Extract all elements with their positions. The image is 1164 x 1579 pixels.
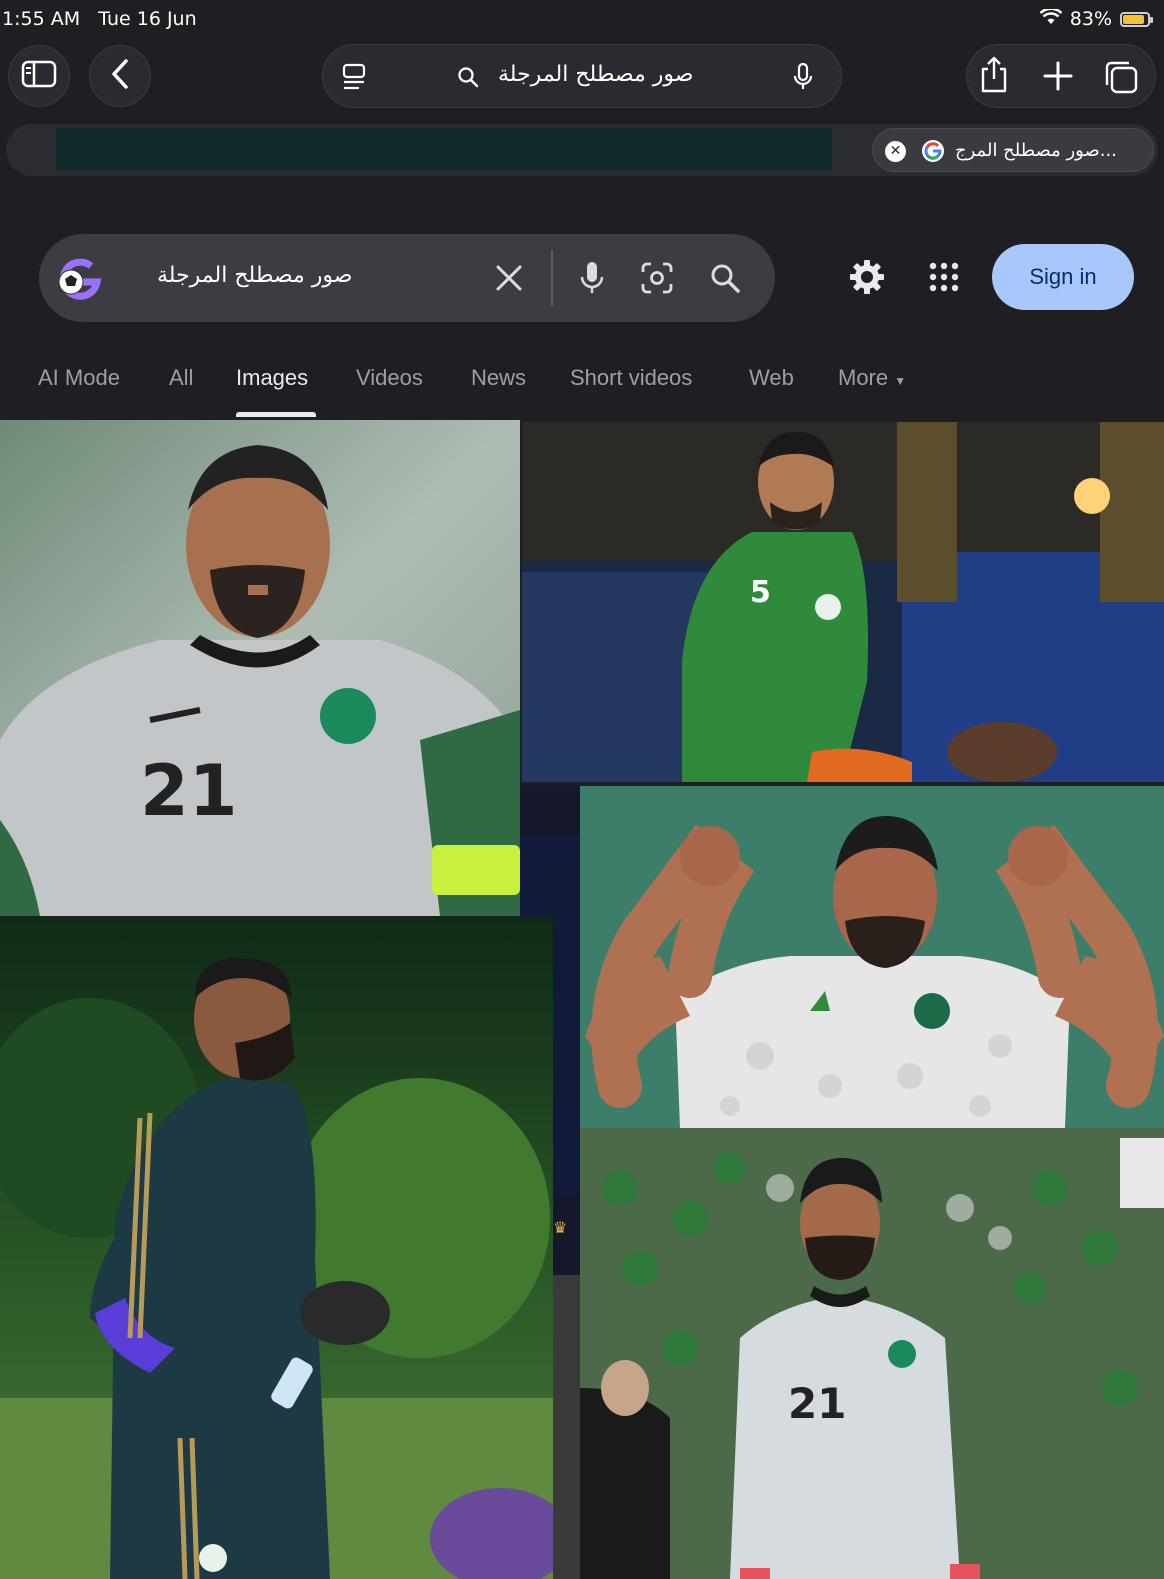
tab-all[interactable]: All [169, 365, 193, 391]
time-text: 1:55 AM [2, 8, 81, 30]
date-text: Tue 16 Jun [98, 8, 197, 30]
svg-text:♛: ♛ [553, 1218, 567, 1237]
search-divider [551, 250, 553, 306]
svg-text:21: 21 [140, 750, 237, 832]
image-result-2[interactable]: 5 [522, 422, 1164, 782]
svg-text:21: 21 [788, 1379, 846, 1428]
toolbar-right-group [966, 44, 1156, 108]
tab-strip: ✕ صور مصطلح المرج... [6, 124, 1158, 176]
plus-icon[interactable] [1043, 61, 1073, 91]
google-search-box[interactable]: صور مصطلح المرجلة [39, 234, 775, 322]
address-text: صور مصطلح المرجلة [498, 62, 694, 87]
clear-icon[interactable] [495, 264, 523, 292]
tabs-icon[interactable] [1103, 59, 1139, 95]
voice-search-icon[interactable] [579, 260, 605, 296]
image-result-4[interactable] [0, 918, 553, 1579]
tab-videos[interactable]: Videos [356, 365, 423, 391]
active-tab[interactable]: ✕ صور مصطلح المرج... [872, 128, 1154, 172]
sidebar-button[interactable] [8, 45, 70, 107]
back-button[interactable] [89, 45, 151, 107]
tab-more[interactable]: More ▼ [838, 365, 906, 391]
tab-ai-mode[interactable]: AI Mode [38, 365, 120, 391]
settings-gear-icon[interactable] [848, 258, 886, 296]
status-bar: 1:55 AM Tue 16 Jun 83% [0, 0, 1164, 40]
tab-more-label: More [838, 365, 889, 390]
image-result-5[interactable]: 21 [580, 1128, 1164, 1579]
close-tab-icon[interactable]: ✕ [885, 141, 906, 162]
apps-grid-icon[interactable] [929, 262, 959, 292]
active-tab-indicator [236, 412, 316, 417]
sign-in-button[interactable]: Sign in [992, 244, 1134, 310]
search-query: صور مصطلح المرجلة [157, 263, 353, 288]
sidebar-icon [21, 60, 57, 92]
svg-text:5: 5 [750, 575, 771, 610]
wifi-icon [1039, 7, 1063, 30]
image-result-1[interactable]: 21 [0, 420, 520, 916]
tab-web[interactable]: Web [749, 365, 794, 391]
battery-percent: 83% [1069, 8, 1112, 30]
mic-icon[interactable] [793, 62, 813, 92]
tab-placeholder[interactable] [56, 128, 832, 170]
lens-icon[interactable] [640, 261, 674, 295]
search-icon [457, 66, 479, 88]
battery-icon [1120, 11, 1153, 27]
tab-images[interactable]: Images [236, 365, 308, 391]
google-favicon-icon [921, 139, 945, 167]
screen: 1:55 AM Tue 16 Jun 83% صور مصطلح المرجلة [0, 0, 1164, 1579]
tab-title: صور مصطلح المرج... [955, 140, 1117, 161]
image-result-3[interactable] [580, 786, 1164, 1128]
chevron-down-icon: ▼ [894, 374, 907, 388]
status-right: 83% [1039, 7, 1153, 30]
back-icon [110, 59, 130, 93]
tab-news[interactable]: News [471, 365, 526, 391]
tab-short-videos[interactable]: Short videos [570, 365, 692, 391]
google-doodle-icon[interactable] [53, 256, 105, 300]
share-icon[interactable] [979, 55, 1009, 95]
search-submit-icon[interactable] [709, 262, 741, 294]
reader-icon[interactable] [341, 63, 367, 91]
address-bar[interactable]: صور مصطلح المرجلة [322, 44, 842, 108]
status-time: 1:55 AM Tue 16 Jun [2, 8, 197, 30]
